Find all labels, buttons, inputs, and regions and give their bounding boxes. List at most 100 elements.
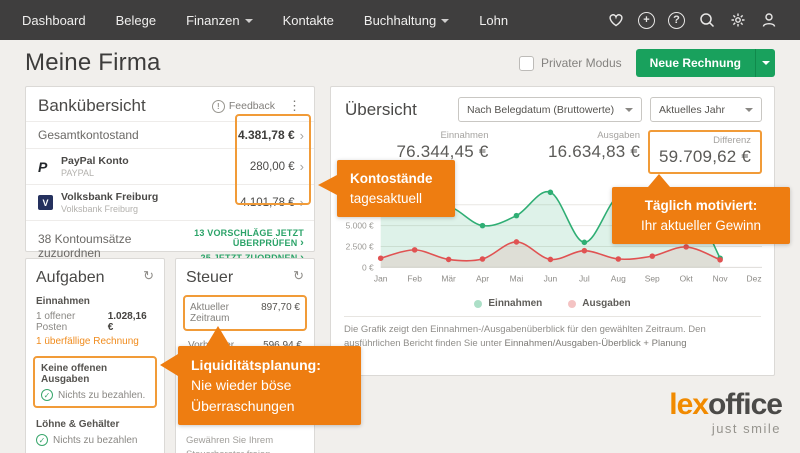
open-item-row[interactable]: 1 offener Posten 1.028,16 €: [36, 311, 154, 333]
refresh-icon[interactable]: ↻: [143, 269, 154, 282]
tasks-wages-header: Löhne & Gehälter: [36, 419, 154, 430]
lexoffice-logo: lexoffice just smile: [634, 390, 782, 436]
search-icon[interactable]: [698, 11, 716, 29]
svg-text:Apr: Apr: [476, 273, 489, 283]
callout-arrow-left: [318, 175, 337, 195]
wages-status-row: ✓ Nichts zu bezahlen: [36, 434, 154, 446]
bank-panel-title: Bankübersicht: [38, 96, 146, 116]
stat-income: Einnahmen 76.344,45 €: [345, 130, 497, 162]
svg-text:Nov: Nov: [713, 273, 729, 283]
tasks-panel-title: Aufgaben: [36, 269, 105, 287]
nav-item-belege[interactable]: Belege: [116, 13, 156, 28]
review-suggestions-link[interactable]: 13 VORSCHLÄGE JETZT ÜBERPRÜFEN ›: [162, 228, 304, 249]
tasks-income-header: Einnahmen: [36, 296, 154, 307]
nav-item-finanzen[interactable]: Finanzen: [186, 13, 252, 28]
legend-dot-green: [474, 300, 482, 308]
callout-liquidity: Liquiditätsplanung: Nie wieder böse Über…: [178, 346, 361, 425]
private-mode-toggle[interactable]: Privater Modus: [519, 56, 622, 71]
svg-text:Mai: Mai: [510, 273, 524, 283]
tax-panel-title: Steuer: [186, 269, 233, 287]
feedback-button[interactable]: ! Feedback: [212, 100, 275, 113]
paypal-icon: P: [38, 159, 53, 175]
tax-note: Gewähren Sie Ihrem Steuerberater freien …: [186, 434, 304, 453]
svg-text:2.500 €: 2.500 €: [346, 241, 374, 251]
svg-text:Mär: Mär: [441, 273, 456, 283]
legend-dot-red: [568, 300, 576, 308]
private-mode-label: Privater Modus: [541, 56, 622, 70]
svg-text:Jan: Jan: [374, 273, 388, 283]
chevron-down-icon: [745, 108, 753, 112]
private-mode-checkbox[interactable]: [519, 56, 534, 71]
bank-total-label: Gesamtkontostand: [38, 128, 139, 142]
top-navigation: Dashboard Belege Finanzen Kontakte Buchh…: [0, 0, 800, 40]
check-icon: ✓: [41, 389, 53, 401]
logo-tagline: just smile: [634, 421, 782, 436]
add-icon[interactable]: +: [638, 12, 655, 29]
svg-text:Feb: Feb: [407, 273, 422, 283]
chevron-down-icon: [441, 19, 449, 23]
chart-legend: Einnahmen Ausgaben: [331, 298, 774, 309]
filter-period-select[interactable]: Aktuelles Jahr: [650, 97, 762, 122]
account-value: 280,00 €: [250, 161, 295, 173]
chart-description: Die Grafik zeigt den Einnahmen-/Ausgaben…: [344, 316, 761, 352]
new-invoice-dropdown-button[interactable]: [755, 49, 775, 77]
svg-text:0 €: 0 €: [362, 262, 374, 272]
open-item-value: 1.028,16 €: [108, 311, 154, 333]
chevron-right-icon: ›: [300, 196, 304, 209]
check-icon: ✓: [36, 434, 48, 446]
user-icon[interactable]: [760, 11, 778, 29]
gear-icon[interactable]: [729, 11, 747, 29]
account-name: PayPal Konto: [61, 155, 129, 167]
legend-expenses: Ausgaben: [568, 298, 630, 309]
tax-current-row[interactable]: Aktueller Zeitraum 897,70 €: [190, 301, 300, 325]
chevron-right-icon: ›: [300, 160, 304, 173]
chevron-down-icon: [625, 108, 633, 112]
account-name: Volksbank Freiburg: [61, 191, 158, 203]
chevron-right-icon: ›: [300, 237, 304, 249]
report-link[interactable]: Einnahmen/Ausgaben-Überblick + Planung: [505, 338, 687, 349]
volksbank-icon: V: [38, 195, 53, 210]
kebab-menu-icon[interactable]: ⋮: [285, 98, 304, 114]
filter-mode-select[interactable]: Nach Belegdatum (Bruttowerte): [458, 97, 642, 122]
legend-income: Einnahmen: [474, 298, 542, 309]
stat-difference: Differenz 59.709,62 €: [648, 130, 762, 174]
bank-total-value: 4.381,78 €: [238, 128, 295, 142]
tax-current-highlight-box: Aktueller Zeitraum 897,70 €: [183, 295, 307, 331]
feedback-icon: !: [212, 100, 225, 113]
refresh-icon[interactable]: ↻: [293, 269, 304, 282]
heart-icon[interactable]: [607, 11, 625, 29]
account-value: 4.101,78 €: [240, 197, 294, 209]
account-subtitle: PAYPAL: [61, 168, 129, 178]
page-title: Meine Firma: [25, 49, 161, 77]
callout-profit: Täglich motiviert: Ihr aktueller Gewinn: [612, 187, 790, 244]
new-invoice-button[interactable]: Neue Rechnung: [636, 49, 755, 77]
chevron-down-icon: [245, 19, 253, 23]
tax-current-value: 897,70 €: [261, 302, 300, 313]
overview-panel-title: Übersicht: [345, 100, 417, 120]
help-icon[interactable]: ?: [668, 12, 685, 29]
bank-overview-panel: Bankübersicht ! Feedback ⋮ Gesamtkontost…: [25, 86, 315, 252]
callout-arrow-up: [648, 174, 670, 187]
stat-expenses: Ausgaben 16.634,83 €: [497, 130, 649, 162]
svg-text:Okt: Okt: [680, 273, 694, 283]
pending-transactions-label: 38 Kontoumsätze zuzuordnen: [38, 232, 162, 260]
nav-item-lohn[interactable]: Lohn: [479, 13, 508, 28]
tasks-panel: Aufgaben ↻ Einnahmen 1 offener Posten 1.…: [25, 258, 165, 453]
bank-account-row-paypal[interactable]: P PayPal Konto PAYPAL 280,00 € ›: [26, 148, 314, 184]
tasks-expenses-header: Keine offenen Ausgaben: [41, 363, 149, 385]
svg-text:Jun: Jun: [544, 273, 558, 283]
expenses-highlight-box: Keine offenen Ausgaben ✓ Nichts zu bezah…: [33, 356, 157, 408]
nav-item-dashboard[interactable]: Dashboard: [22, 13, 86, 28]
bank-total-row[interactable]: Gesamtkontostand 4.381,78 € ›: [26, 121, 314, 148]
chevron-down-icon: [762, 61, 770, 65]
callout-balances: Kontostände tagesaktuell: [337, 160, 455, 217]
page-header: Meine Firma Privater Modus Neue Rechnung: [0, 40, 800, 86]
expenses-status-row: ✓ Nichts zu bezahlen.: [41, 389, 149, 401]
nav-item-kontakte[interactable]: Kontakte: [283, 13, 334, 28]
nav-item-buchhaltung[interactable]: Buchhaltung: [364, 13, 449, 28]
callout-arrow-left: [160, 354, 178, 376]
overdue-invoice-link[interactable]: 1 überfällige Rechnung: [36, 336, 154, 347]
bank-account-row-volksbank[interactable]: V Volksbank Freiburg Volksbank Freiburg …: [26, 184, 314, 220]
svg-text:Jul: Jul: [579, 273, 590, 283]
svg-text:Sep: Sep: [645, 273, 660, 283]
